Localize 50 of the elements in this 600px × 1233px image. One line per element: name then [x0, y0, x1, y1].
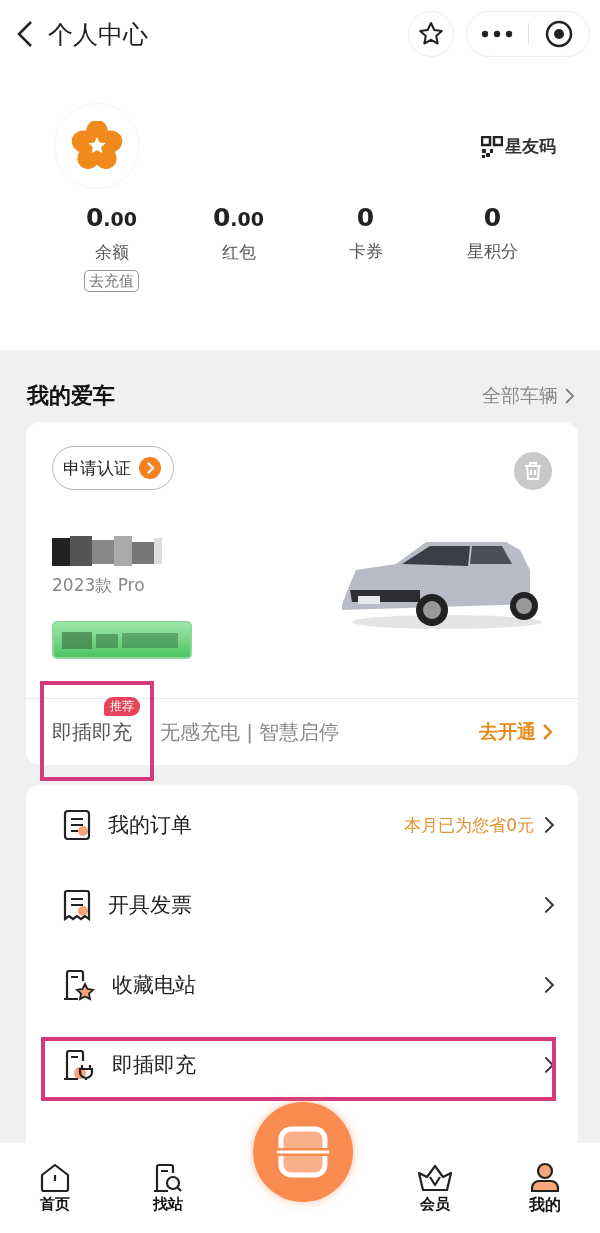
- flower-logo-icon: [71, 121, 123, 171]
- qr-code-icon: [481, 135, 503, 158]
- person-icon: [529, 1160, 561, 1193]
- target-icon: [543, 19, 574, 49]
- stat-label: 红包: [221, 241, 256, 264]
- tab[interactable]: 我的: [490, 1160, 600, 1216]
- tab[interactable]: 找站: [110, 1162, 225, 1214]
- feature-description: 无感充电 | 智慧启停: [160, 718, 341, 746]
- stat-label: 星积分: [467, 240, 518, 263]
- station-plug-icon: [62, 1049, 96, 1081]
- chevron-right-icon: [544, 816, 554, 834]
- home-icon: [39, 1162, 71, 1193]
- verify-button[interactable]: 申请认证: [52, 446, 174, 490]
- scan-icon: [274, 1125, 331, 1179]
- chevron-right-icon: [564, 387, 574, 405]
- stat-label: 余额: [94, 241, 129, 264]
- stat-value: 0.00: [85, 202, 138, 234]
- savings-note: 本月已为您省0元: [404, 813, 535, 837]
- car-model: 2023款 Pro: [52, 574, 146, 597]
- recommend-badge: 推荐: [104, 696, 140, 716]
- favorite-button[interactable]: [408, 11, 454, 57]
- stat-value: 0: [356, 202, 375, 234]
- page-title: 个人中心: [48, 18, 149, 51]
- tab[interactable]: 首页: [0, 1162, 110, 1214]
- trash-icon: [523, 461, 543, 481]
- stat-value: 0: [483, 202, 502, 234]
- star-icon: [418, 21, 444, 47]
- feature-name: 即插即充: [52, 718, 132, 746]
- section-title: 我的爱车: [27, 382, 115, 410]
- station-star-icon: [62, 969, 96, 1001]
- list-document-icon: [62, 809, 92, 841]
- back-icon[interactable]: [16, 19, 34, 49]
- menu-item[interactable]: 开具发票: [26, 865, 578, 945]
- chevron-right-icon: [544, 976, 554, 994]
- crown-icon: [416, 1162, 454, 1193]
- menu-item[interactable]: 即插即充: [26, 1025, 578, 1105]
- chevron-right-icon: [544, 1056, 554, 1074]
- stat-label: 卡券: [348, 240, 383, 263]
- station-search-icon: [151, 1162, 184, 1193]
- menu-item[interactable]: 收藏电站: [26, 945, 578, 1025]
- menu-item[interactable]: 我的订单 本月已为您省0元: [26, 785, 578, 865]
- more-icon: [481, 30, 514, 38]
- tab[interactable]: 会员: [380, 1162, 490, 1214]
- chevron-circle-icon: [139, 457, 161, 479]
- chevron-right-icon: [542, 723, 552, 741]
- chevron-right-icon: [544, 896, 554, 914]
- qr-code-button[interactable]: 星友码: [481, 134, 556, 158]
- receipt-icon: [62, 889, 92, 921]
- stat-value: 0.00: [212, 202, 265, 234]
- recharge-button[interactable]: 去充值: [84, 270, 139, 292]
